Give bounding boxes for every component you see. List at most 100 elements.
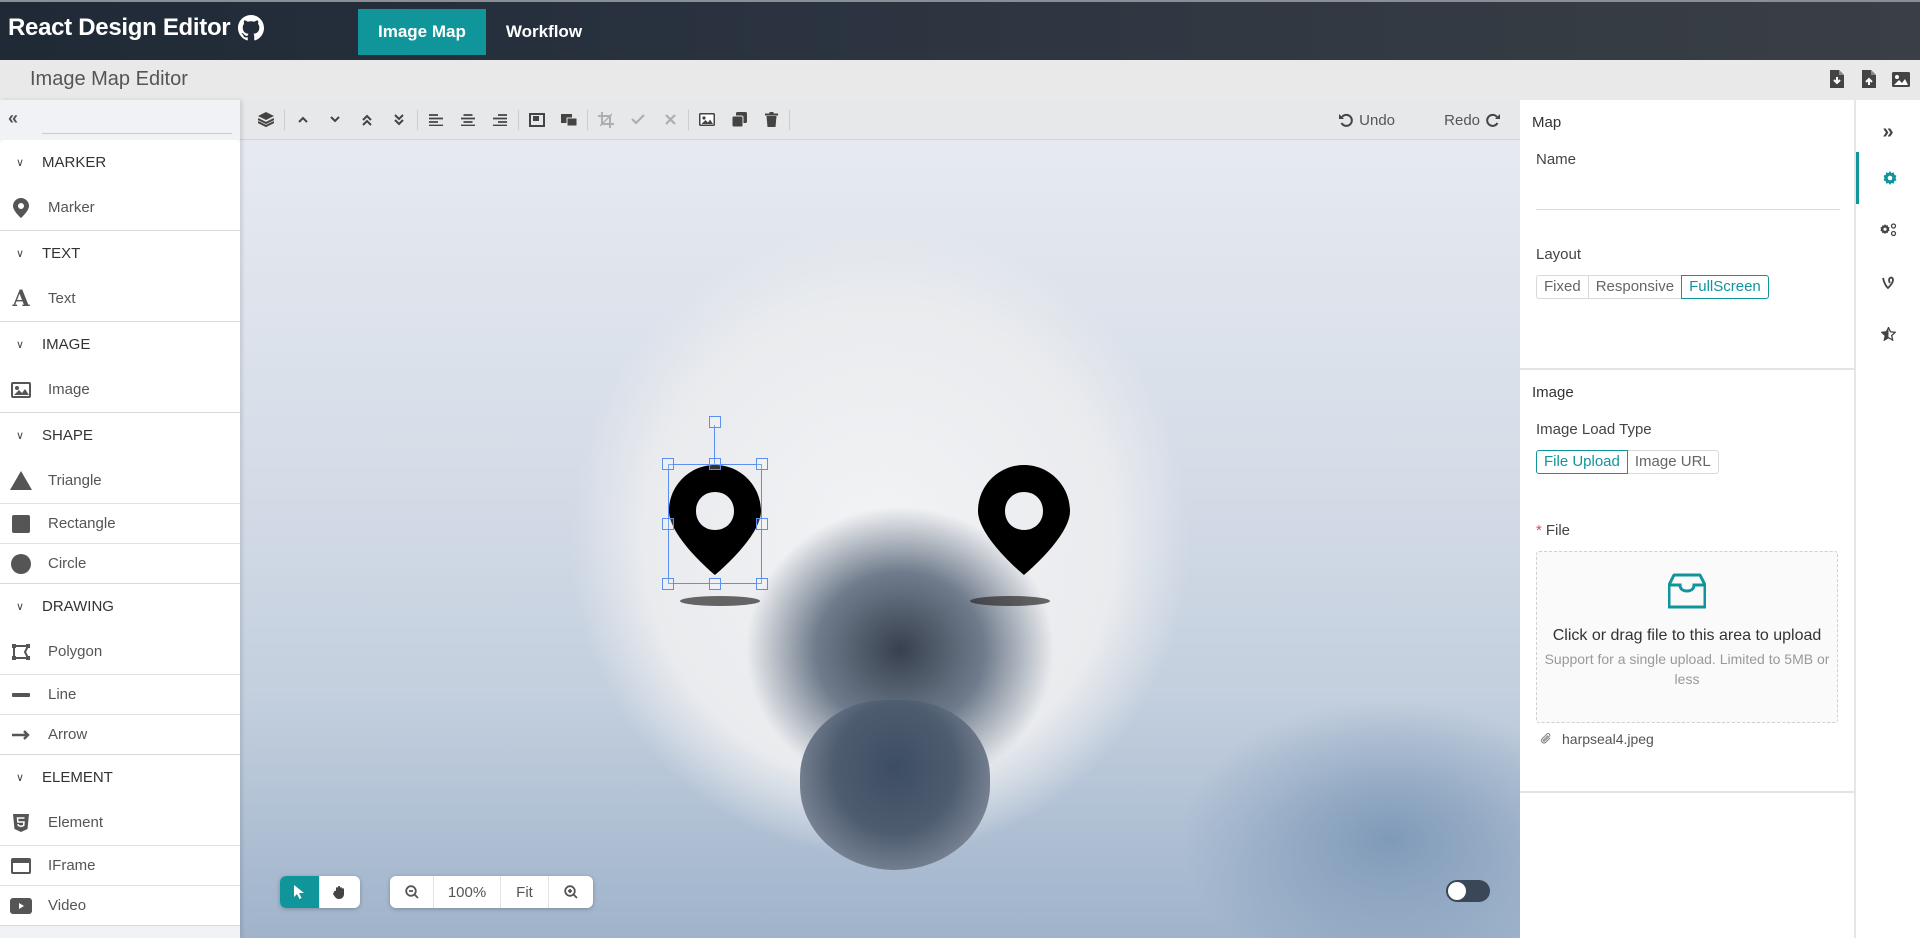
- resize-handle-tl[interactable]: [662, 458, 674, 470]
- group-header-shape[interactable]: ∨ SHAPE: [0, 413, 240, 458]
- component-item-line[interactable]: Line: [0, 675, 240, 715]
- image-icon: [10, 379, 32, 401]
- circle-icon: [10, 553, 32, 575]
- image-load-type-radio-group: File Upload Image URL: [1536, 450, 1842, 474]
- undo-button[interactable]: Undo: [1339, 100, 1395, 140]
- resize-handle-l[interactable]: [662, 518, 674, 530]
- component-item-element[interactable]: Element: [0, 800, 240, 846]
- component-label: Triangle: [48, 472, 102, 489]
- component-label: IFrame: [48, 857, 96, 874]
- grid-toggle-switch[interactable]: [1446, 880, 1490, 902]
- redo-button[interactable]: Redo: [1444, 100, 1500, 140]
- nav-tab-workflow[interactable]: Workflow: [486, 9, 602, 55]
- component-label: Image: [48, 381, 90, 398]
- image-icon[interactable]: [1892, 68, 1910, 90]
- tab-map-settings[interactable]: [1856, 152, 1920, 204]
- chevron-down-icon: ∨: [16, 772, 25, 784]
- zoom-fit-button[interactable]: Fit: [501, 876, 549, 908]
- collapse-right-panel-button[interactable]: »: [1856, 106, 1920, 158]
- map-marker-2[interactable]: [978, 465, 1070, 575]
- crop-confirm-button[interactable]: [622, 100, 654, 140]
- tab-styles[interactable]: [1856, 256, 1920, 308]
- pan-mode-button[interactable]: [320, 876, 360, 908]
- file-upload-icon[interactable]: [1860, 68, 1878, 90]
- crop-cancel-button[interactable]: [654, 100, 686, 140]
- send-backward-button[interactable]: [319, 100, 351, 140]
- component-item-rectangle[interactable]: Rectangle: [0, 504, 240, 544]
- rotation-handle[interactable]: [709, 416, 721, 428]
- uploaded-file-name: harpseal4.jpeg: [1562, 731, 1654, 747]
- canvas-toolbar: Undo Redo: [240, 100, 1520, 140]
- group-header-text[interactable]: ∨ TEXT: [0, 231, 240, 276]
- map-name-input[interactable]: [1536, 180, 1840, 210]
- font-icon: A: [12, 285, 30, 312]
- bring-forward-button[interactable]: [287, 100, 319, 140]
- zoom-level[interactable]: 100%: [434, 876, 501, 908]
- crop-button[interactable]: [590, 100, 622, 140]
- ungroup-button[interactable]: [553, 100, 585, 140]
- component-item-marker[interactable]: Marker: [0, 185, 240, 231]
- zoom-in-button[interactable]: [549, 876, 593, 908]
- duplicate-button[interactable]: [723, 100, 755, 140]
- component-item-video[interactable]: Video: [0, 886, 240, 926]
- video-icon: [10, 895, 32, 917]
- toolbar-divider: [789, 109, 790, 130]
- resize-handle-b[interactable]: [709, 578, 721, 590]
- load-type-image-url[interactable]: Image URL: [1626, 450, 1719, 474]
- image-map-canvas[interactable]: Undo Redo 100% Fit: [240, 100, 1520, 938]
- upload-main-text: Click or drag file to this area to uploa…: [1552, 627, 1822, 644]
- close-icon: [664, 114, 676, 125]
- bring-to-front-button[interactable]: [351, 100, 383, 140]
- resize-handle-t[interactable]: [709, 458, 721, 470]
- resize-handle-tr[interactable]: [756, 458, 768, 470]
- align-center-button[interactable]: [452, 100, 484, 140]
- zoom-controls: 100% Fit: [390, 876, 593, 908]
- group-header-image[interactable]: ∨ IMAGE: [0, 322, 240, 367]
- hand-icon: [332, 885, 344, 899]
- select-mode-button[interactable]: [280, 876, 320, 908]
- group-header-marker[interactable]: ∨ MARKER: [0, 140, 240, 185]
- component-item-triangle[interactable]: Triangle: [0, 458, 240, 504]
- nav-tab-image-map[interactable]: Image Map: [358, 9, 486, 55]
- component-search-input[interactable]: [42, 108, 232, 134]
- layout-option-fullscreen[interactable]: FullScreen: [1681, 275, 1769, 299]
- group-button[interactable]: [521, 100, 553, 140]
- group-header-element[interactable]: ∨ ELEMENT: [0, 755, 240, 800]
- resize-handle-bl[interactable]: [662, 578, 674, 590]
- delete-button[interactable]: [755, 100, 787, 140]
- component-item-image[interactable]: Image: [0, 367, 240, 413]
- layout-option-fixed[interactable]: Fixed: [1536, 275, 1589, 299]
- section-title-map: Map: [1532, 114, 1562, 131]
- resize-handle-br[interactable]: [756, 578, 768, 590]
- image-icon: [699, 113, 715, 126]
- check-icon: [631, 114, 645, 125]
- tab-favorites[interactable]: [1856, 308, 1920, 360]
- zoom-out-button[interactable]: [390, 876, 434, 908]
- group-title: ELEMENT: [42, 769, 113, 786]
- align-right-button[interactable]: [484, 100, 516, 140]
- component-item-circle[interactable]: Circle: [0, 544, 240, 584]
- file-download-icon[interactable]: [1828, 68, 1846, 90]
- group-header-drawing[interactable]: ∨ DRAWING: [0, 584, 240, 629]
- map-marker-1[interactable]: [669, 465, 761, 575]
- load-type-file-upload[interactable]: File Upload: [1536, 450, 1628, 474]
- image-export-button[interactable]: [691, 100, 723, 140]
- background-image-harp-seal[interactable]: [240, 140, 1520, 938]
- layout-option-responsive[interactable]: Responsive: [1587, 275, 1683, 299]
- collapse-left-panel-button[interactable]: «: [8, 108, 30, 130]
- uploaded-file-item[interactable]: harpseal4.jpeg: [1540, 731, 1842, 791]
- resize-handle-r[interactable]: [756, 518, 768, 530]
- file-upload-dropzone[interactable]: Click or drag file to this area to uploa…: [1536, 551, 1838, 723]
- send-to-back-button[interactable]: [383, 100, 415, 140]
- section-title-image: Image: [1532, 384, 1574, 401]
- layers-button[interactable]: [250, 100, 282, 140]
- component-item-text[interactable]: A Text: [0, 276, 240, 322]
- image-load-type-label: Image Load Type: [1536, 421, 1652, 438]
- component-item-arrow[interactable]: Arrow: [0, 715, 240, 755]
- component-item-iframe[interactable]: IFrame: [0, 846, 240, 886]
- tab-animations[interactable]: [1856, 204, 1920, 256]
- app-brand[interactable]: React Design Editor: [8, 14, 265, 42]
- align-left-button[interactable]: [420, 100, 452, 140]
- upload-hint-text: Support for a single upload. Limited to …: [1544, 651, 1830, 687]
- component-item-polygon[interactable]: Polygon: [0, 629, 240, 675]
